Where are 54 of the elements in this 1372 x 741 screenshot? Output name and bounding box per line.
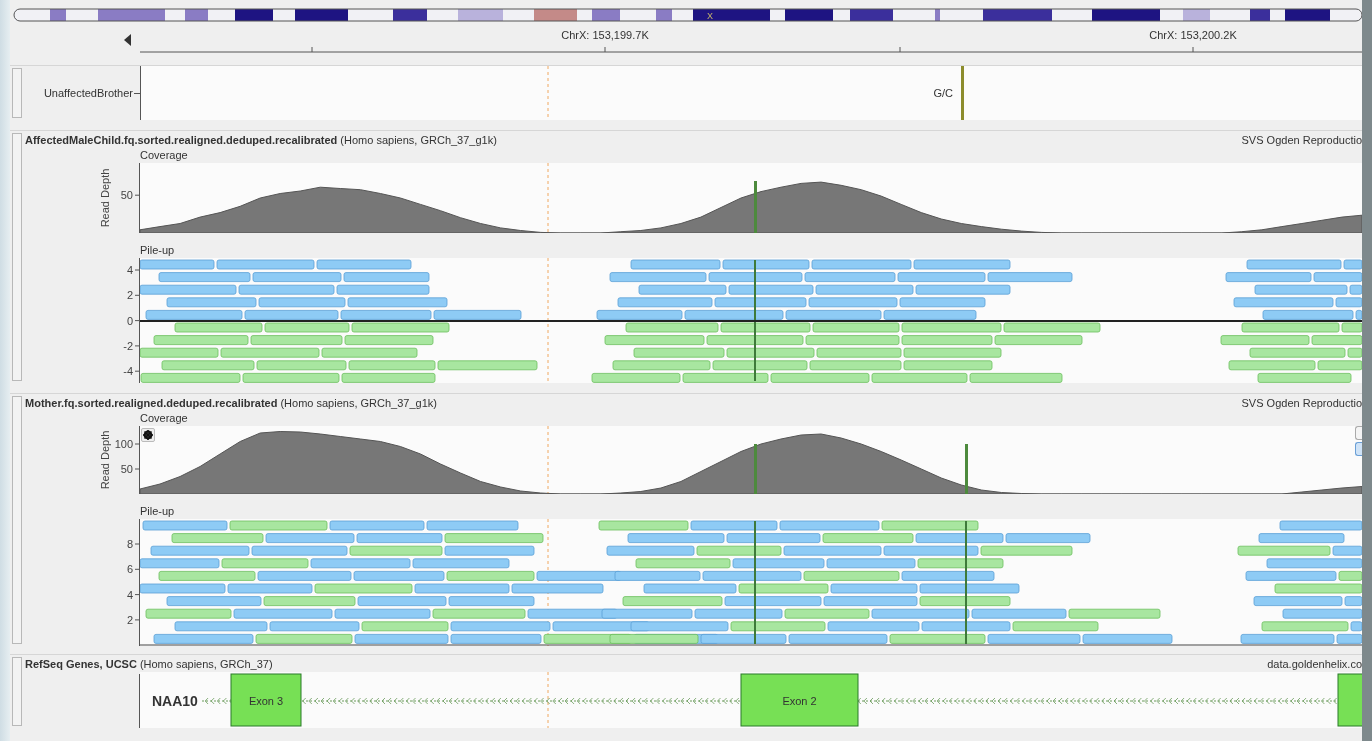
position-line <box>547 66 549 120</box>
axis-title: Read Depth <box>99 430 111 490</box>
pileup-title: Pile-up <box>140 243 175 258</box>
tick-label: 4 <box>126 264 133 276</box>
tick-label: 8 <box>126 538 133 550</box>
track-details: (Homo sapiens, GRCh_37_g1k) <box>340 133 497 146</box>
position-line <box>547 426 549 494</box>
track-handle[interactable] <box>12 68 22 118</box>
tick-label: 0 <box>126 314 133 327</box>
tick-label: 4 <box>126 588 133 601</box>
track-details: (Homo sapiens, GRCh_37_g1k) <box>280 396 437 409</box>
tick-label: 50 <box>120 189 133 202</box>
track-handle[interactable] <box>12 133 22 381</box>
tick-label: -2 <box>123 339 133 352</box>
position-label: ChrX: 153,200.2K <box>1149 29 1237 41</box>
tick-label: 50 <box>120 463 133 475</box>
tick-label: 100 <box>114 438 133 450</box>
y-axis <box>134 163 140 233</box>
variant-marker[interactable] <box>961 66 964 120</box>
exon-label: Exon 3 <box>248 695 284 707</box>
tick-label: -4 <box>123 365 133 378</box>
y-axis <box>134 426 140 494</box>
genotype-label: G/C <box>933 87 953 99</box>
track-source: SVS Ogden Reproductio <box>1241 396 1362 409</box>
exon-block[interactable] <box>230 673 302 727</box>
axis-title: Read Depth <box>99 168 111 228</box>
track-title: Mother.fq.sorted.realigned.deduped.recalibrated <box>25 396 278 409</box>
track-title: AffectedMaleChild.fq.sorted.realigned.deduped.recalibrated <box>25 133 338 146</box>
exon-block[interactable] <box>740 673 859 727</box>
track-title: RefSeq Genes, UCSC <box>25 657 137 670</box>
tick-label: 2 <box>126 289 133 302</box>
variant-line <box>965 444 968 494</box>
variant-line <box>754 444 757 494</box>
track-handle[interactable] <box>12 396 22 644</box>
position-line <box>547 163 549 233</box>
exon-label: Exon 2 <box>782 695 817 707</box>
track-source: SVS Ogden Reproductio <box>1241 133 1362 146</box>
axis-line <box>139 673 140 728</box>
track-source: data.goldenhelix.co <box>1267 657 1362 670</box>
track-handle[interactable] <box>12 657 22 726</box>
pileup-title: Pile-up <box>140 504 175 519</box>
gene-name: NAA10 <box>152 693 198 709</box>
coverage-title: Coverage <box>140 411 188 426</box>
position-line <box>547 672 549 728</box>
coverage-title: Coverage <box>140 148 188 163</box>
tick-label: 6 <box>126 563 133 576</box>
position-label: ChrX: 153,199.7K <box>561 29 649 41</box>
chromosome-label: X <box>707 11 713 21</box>
tick-label: 2 <box>126 613 133 626</box>
track-details: (Homo sapiens, GRCh_37) <box>139 657 273 670</box>
sample-name: UnaffectedBrother <box>43 87 133 99</box>
settings-button[interactable] <box>141 428 155 442</box>
left-triangle-icon[interactable] <box>124 34 132 46</box>
gear-icon <box>143 430 153 440</box>
